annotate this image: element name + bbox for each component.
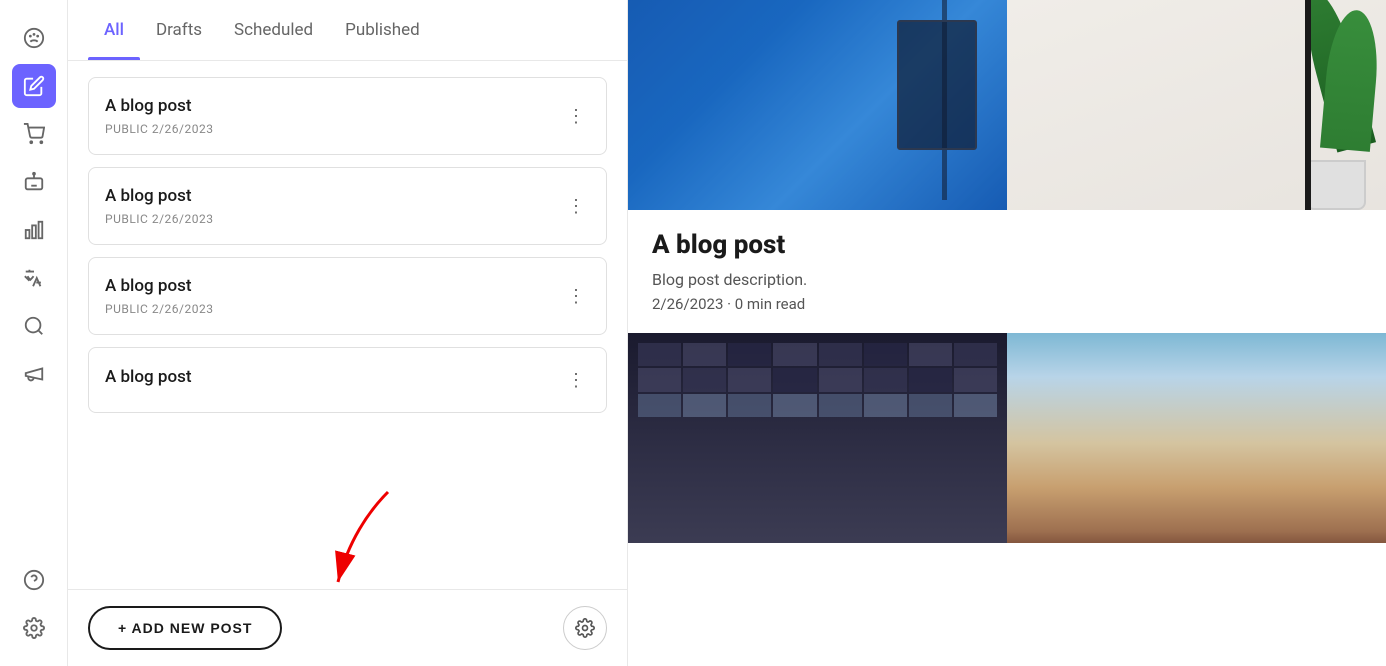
post-meta: PUBLIC 2/26/2023 — [105, 122, 562, 136]
post-card-content: A blog post PUBLIC 2/26/2023 — [105, 276, 562, 316]
post-card-content: A blog post PUBLIC 2/26/2023 — [105, 96, 562, 136]
sidebar-item-chart[interactable] — [12, 208, 56, 252]
preview-post-description: Blog post description. — [652, 270, 1362, 289]
post-menu-button[interactable]: ⋮ — [562, 102, 590, 130]
preview-image-blue — [628, 0, 1007, 210]
preview-top-images — [628, 0, 1386, 210]
sidebar-item-robot[interactable] — [12, 160, 56, 204]
preview-bottom-images — [628, 333, 1386, 543]
post-title: A blog post — [105, 276, 562, 296]
post-menu-button[interactable]: ⋮ — [562, 192, 590, 220]
right-panel: A blog post Blog post description. 2/26/… — [628, 0, 1386, 666]
sidebar-item-cart[interactable] — [12, 112, 56, 156]
sidebar — [0, 0, 68, 666]
post-title: A blog post — [105, 367, 562, 387]
post-card-content: A blog post PUBLIC 2/26/2023 — [105, 186, 562, 226]
sidebar-item-settings[interactable] — [12, 606, 56, 650]
post-menu-button[interactable]: ⋮ — [562, 282, 590, 310]
add-post-button[interactable]: + ADD NEW POST — [88, 606, 282, 650]
post-meta: PUBLIC 2/26/2023 — [105, 302, 562, 316]
post-title: A blog post — [105, 186, 562, 206]
preview-image-building — [628, 333, 1007, 543]
sidebar-item-megaphone[interactable] — [12, 352, 56, 396]
sidebar-item-palette[interactable] — [12, 16, 56, 60]
post-card[interactable]: A blog post PUBLIC 2/26/2023 ⋮ — [88, 167, 607, 245]
preview-blog-text: A blog post Blog post description. 2/26/… — [628, 210, 1386, 333]
post-meta: PUBLIC 2/26/2023 — [105, 212, 562, 226]
post-card[interactable]: A blog post ⋮ — [88, 347, 607, 413]
tab-published[interactable]: Published — [329, 0, 436, 60]
left-panel: All Drafts Scheduled Published A blog po… — [68, 0, 628, 666]
tab-all[interactable]: All — [88, 0, 140, 60]
tab-drafts[interactable]: Drafts — [140, 0, 218, 60]
tab-scheduled[interactable]: Scheduled — [218, 0, 329, 60]
post-menu-button[interactable]: ⋮ — [562, 366, 590, 394]
sidebar-item-help[interactable] — [12, 558, 56, 602]
sidebar-item-translate[interactable] — [12, 256, 56, 300]
preview-post-meta: 2/26/2023 · 0 min read — [652, 295, 1362, 313]
preview-image-sunset — [1007, 333, 1386, 543]
posts-list: A blog post PUBLIC 2/26/2023 ⋮ A blog po… — [68, 61, 627, 589]
sidebar-item-search[interactable] — [12, 304, 56, 348]
bottom-bar: + ADD NEW POST — [68, 589, 627, 666]
preview-post-title: A blog post — [652, 230, 1362, 260]
preview-image-plant — [1007, 0, 1386, 210]
post-settings-button[interactable] — [563, 606, 607, 650]
post-card-content: A blog post — [105, 367, 562, 393]
tabs-bar: All Drafts Scheduled Published — [68, 0, 627, 61]
post-card[interactable]: A blog post PUBLIC 2/26/2023 ⋮ — [88, 77, 607, 155]
post-title: A blog post — [105, 96, 562, 116]
sidebar-item-edit[interactable] — [12, 64, 56, 108]
post-card[interactable]: A blog post PUBLIC 2/26/2023 ⋮ — [88, 257, 607, 335]
